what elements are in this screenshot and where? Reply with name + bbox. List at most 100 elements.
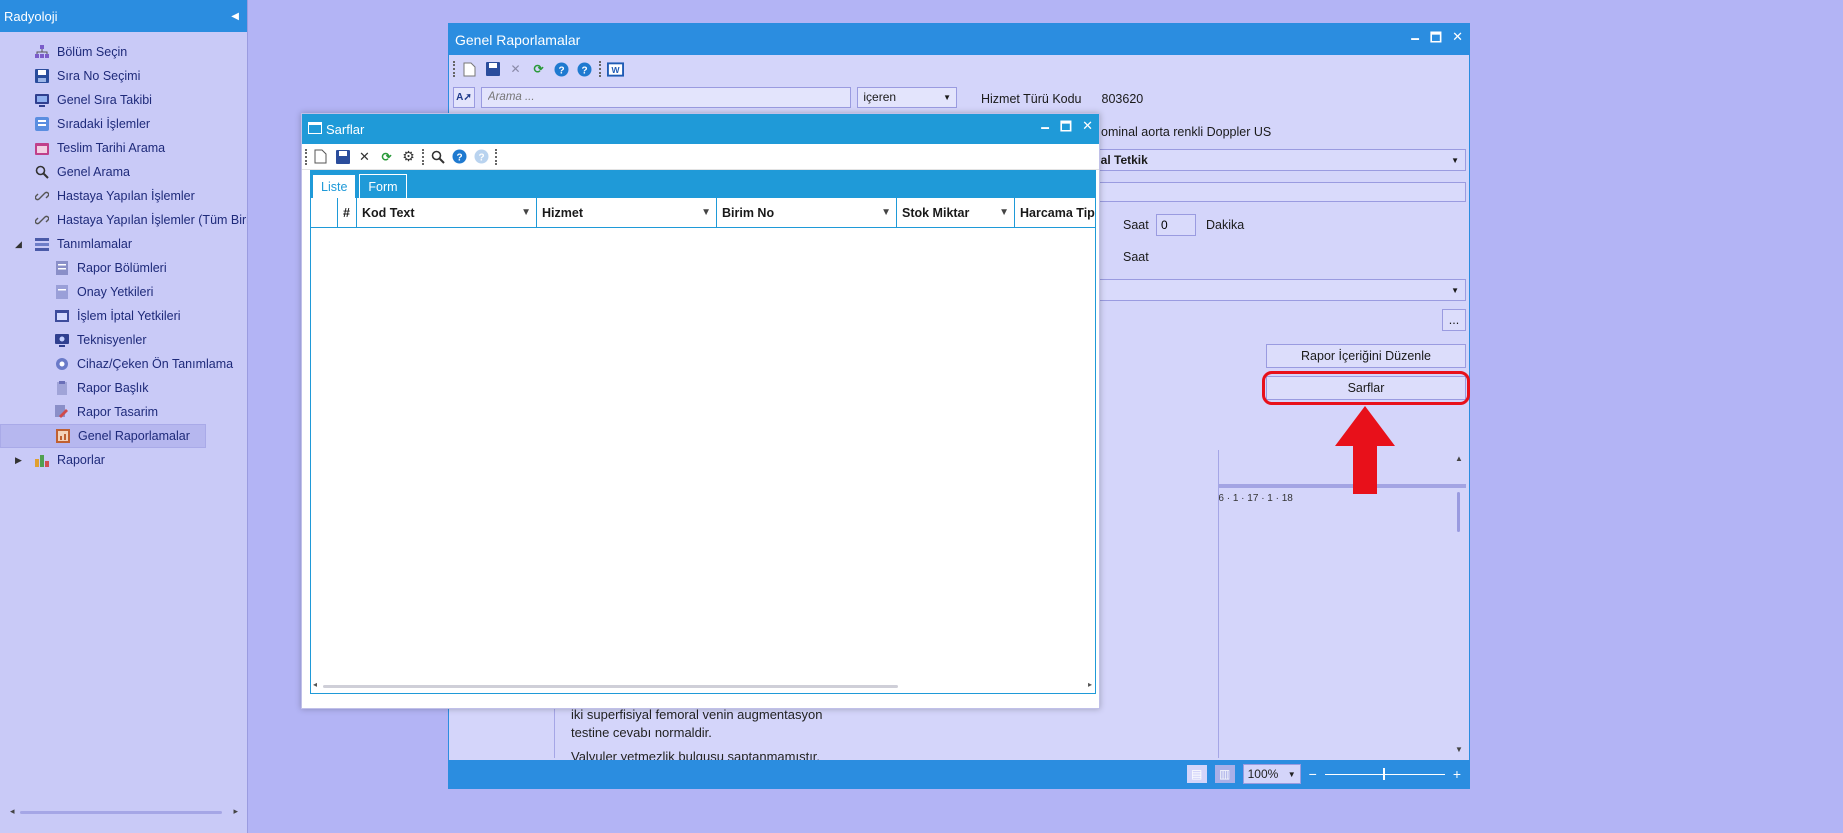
- search-input[interactable]: [480, 86, 852, 108]
- tree-item-rapor-baslik[interactable]: Rapor Başlık: [0, 376, 247, 400]
- zoom-slider-thumb[interactable]: [1382, 767, 1385, 780]
- scroll-left-icon[interactable]: ◂: [313, 680, 317, 689]
- delete-icon[interactable]: ✕: [507, 61, 524, 78]
- tree-item-onay-yetkileri[interactable]: Onay Yetkileri: [0, 280, 247, 304]
- tree-item-siradaki-islemler[interactable]: Sıradaki İşlemler: [0, 112, 247, 136]
- edit-report-content-button[interactable]: Rapor İçeriğini Düzenle: [1266, 344, 1466, 368]
- red-arrow-annotation: [1335, 406, 1395, 494]
- minimize-icon[interactable]: 🗕: [1411, 29, 1420, 51]
- tab-form[interactable]: Form: [359, 174, 407, 198]
- browse-button[interactable]: ...: [1442, 309, 1466, 331]
- toolbar-separator: [422, 148, 424, 165]
- column-header-hizmet[interactable]: Hizmet ▼: [537, 198, 717, 227]
- maximize-icon[interactable]: 🗖: [1060, 118, 1072, 140]
- settings-icon[interactable]: ⚙: [400, 148, 417, 165]
- tree-item-islem-iptal-yetkileri[interactable]: İşlem İptal Yetkileri: [0, 304, 247, 328]
- tab-liste[interactable]: Liste: [312, 174, 357, 198]
- tree-item-hastaya-yapilan-islemler-tum[interactable]: Hastaya Yapılan İşlemler (Tüm Birimler): [0, 208, 247, 232]
- help-icon[interactable]: ?: [553, 61, 570, 78]
- zoom-slider[interactable]: [1324, 767, 1445, 780]
- delete-icon[interactable]: ✕: [356, 148, 373, 165]
- zoom-in-icon[interactable]: +: [1453, 766, 1461, 782]
- hour-row: Saat: [1123, 218, 1149, 232]
- tree-item-label: Hastaya Yapılan İşlemler: [57, 189, 195, 203]
- close-icon[interactable]: ✕: [1082, 118, 1093, 140]
- tree-item-rapor-tasarim[interactable]: Rapor Tasarim: [0, 400, 247, 424]
- tree-item-cihaz-ceken-on-tanimlama[interactable]: Cihaz/Çeken Ön Tanımlama: [0, 352, 247, 376]
- search-icon[interactable]: [429, 148, 446, 165]
- grid-horizontal-scrollbar[interactable]: ◂ ▸: [311, 680, 1095, 691]
- scrollbar-thumb[interactable]: [323, 685, 898, 688]
- sarflar-titlebar[interactable]: Sarflar 🗕 🗖 ✕: [302, 114, 1099, 144]
- tree-item-genel-sira-takibi[interactable]: Genel Sıra Takibi: [0, 88, 247, 112]
- hour-input[interactable]: [1156, 214, 1196, 236]
- save-icon[interactable]: [484, 61, 501, 78]
- help-disabled-icon[interactable]: ?: [473, 148, 490, 165]
- scroll-right-icon[interactable]: ▸: [233, 806, 238, 817]
- scrollbar-thumb[interactable]: [1457, 492, 1460, 532]
- filter-mode-select[interactable]: içeren ▼: [857, 86, 958, 108]
- filter-icon[interactable]: ▼: [999, 207, 1009, 218]
- filter-icon[interactable]: ▼: [701, 207, 711, 218]
- tree-item-tanimlamalar[interactable]: ◢ Tanımlamalar: [0, 232, 247, 256]
- maximize-icon[interactable]: 🗖: [1430, 29, 1442, 51]
- new-document-icon[interactable]: [312, 148, 329, 165]
- search-row: A➚ içeren ▼: [451, 83, 959, 111]
- minimize-icon[interactable]: 🗕: [1041, 118, 1050, 140]
- tree-item-label: Rapor Tasarim: [77, 405, 159, 419]
- column-header-stok-miktar[interactable]: Stok Miktar ▼: [897, 198, 1015, 227]
- tree-item-genel-raporlamalar[interactable]: Genel Raporlamalar: [0, 424, 206, 448]
- service-code-row: Hizmet Türü Kodu 803620: [981, 92, 1143, 106]
- tree-item-rapor-bolumleri[interactable]: Rapor Bölümleri: [0, 256, 247, 280]
- tree-item-genel-arama[interactable]: Genel Arama: [0, 160, 247, 184]
- tree-item-label: Genel Arama: [57, 165, 130, 179]
- web-view-icon[interactable]: ▥: [1214, 765, 1235, 783]
- collapsed-arrow-icon[interactable]: ▶: [15, 455, 22, 466]
- column-header-kod-text[interactable]: Kod Text ▼: [357, 198, 537, 227]
- tree-item-bolum-secin[interactable]: Bölüm Seçin: [0, 40, 247, 64]
- scroll-left-icon[interactable]: ◂: [10, 806, 15, 817]
- refresh-icon[interactable]: ⟳: [530, 61, 547, 78]
- zoom-out-icon[interactable]: −: [1309, 766, 1317, 782]
- column-header-harcama-tip[interactable]: Harcama Tip: [1015, 198, 1095, 227]
- save-icon[interactable]: [334, 148, 351, 165]
- tree-item-sira-no-secimi[interactable]: Sıra No Seçimi: [0, 64, 247, 88]
- document-vertical-scrollbar[interactable]: ▲ ▼: [1455, 454, 1463, 754]
- sarflar-grid[interactable]: # Kod Text ▼ Hizmet ▼ Birim No ▼ Stok Mikta…: [310, 198, 1096, 694]
- tree-item-raporlar[interactable]: ▶ Raporlar: [0, 448, 247, 472]
- close-icon[interactable]: ✕: [1452, 29, 1463, 51]
- scroll-up-icon[interactable]: ▲: [1455, 454, 1463, 463]
- text-field[interactable]: [1087, 182, 1466, 202]
- window-titlebar[interactable]: Genel Raporlamalar 🗕 🗖 ✕: [449, 24, 1469, 55]
- secondary-select[interactable]: ▼: [1087, 279, 1466, 301]
- filter-icon[interactable]: ▼: [521, 207, 531, 218]
- tree-item-teslim-tarihi-arama[interactable]: Teslim Tarihi Arama: [0, 136, 247, 160]
- document-text[interactable]: iki superfisiyal femoral venin augmentas…: [571, 706, 822, 766]
- tree-item-hastaya-yapilan-islemler[interactable]: Hastaya Yapılan İşlemler: [0, 184, 247, 208]
- word-export-icon[interactable]: W: [607, 61, 624, 78]
- scrollbar-track[interactable]: [20, 811, 222, 814]
- column-header-index[interactable]: #: [338, 198, 357, 227]
- new-document-icon[interactable]: [461, 61, 478, 78]
- minute-row: Dakika: [1206, 218, 1244, 232]
- category-select[interactable]: mal Tetkik ▼: [1087, 149, 1466, 171]
- reports-icon: [55, 428, 71, 444]
- filter-icon[interactable]: ▼: [881, 207, 891, 218]
- row-indicator-column[interactable]: [311, 198, 338, 227]
- page-view-icon[interactable]: ▤: [1186, 765, 1207, 783]
- column-header-birim-no[interactable]: Birim No ▼: [717, 198, 897, 227]
- text-format-icon[interactable]: A➚: [453, 86, 475, 108]
- browse-button-label: ...: [1448, 313, 1460, 327]
- collapse-sidebar-icon[interactable]: ◀: [231, 11, 239, 22]
- search-icon: [34, 164, 50, 180]
- scroll-right-icon[interactable]: ▸: [1088, 680, 1092, 689]
- refresh-icon[interactable]: ⟳: [378, 148, 395, 165]
- help-dropdown-icon[interactable]: ?: [576, 61, 593, 78]
- device-icon: [54, 356, 70, 372]
- tree-item-teknisyenler[interactable]: Teknisyenler: [0, 328, 247, 352]
- zoom-select[interactable]: 100% ▼: [1242, 764, 1301, 784]
- expanded-arrow-icon[interactable]: ◢: [15, 239, 22, 250]
- help-icon[interactable]: ?: [451, 148, 468, 165]
- scroll-down-icon[interactable]: ▼: [1455, 745, 1463, 754]
- sidebar-horizontal-scrollbar[interactable]: ◂ ▸: [10, 806, 238, 817]
